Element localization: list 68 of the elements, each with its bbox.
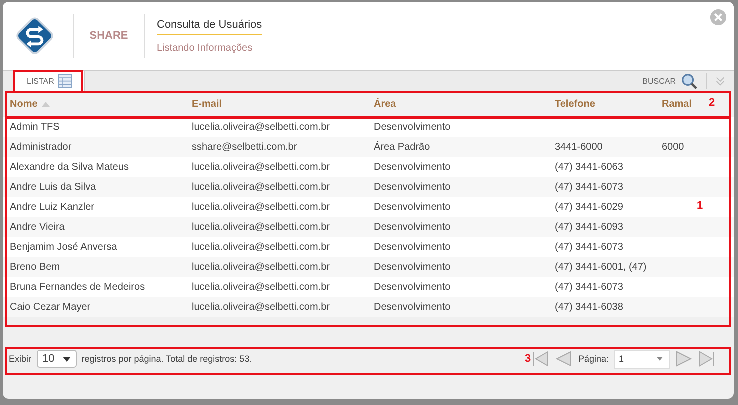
table-cell: Área Padrão	[374, 142, 430, 152]
table-cell: lucelia.oliveira@selbetti.com.br	[192, 222, 330, 232]
table-cell: Andre Luiz Kanzler	[10, 202, 94, 212]
per-page-select[interactable]: 10	[36, 350, 77, 368]
table-cell: lucelia.oliveira@selbetti.com.br	[192, 262, 330, 272]
next-page-icon[interactable]	[675, 350, 693, 368]
table-cell: lucelia.oliveira@selbetti.com.br	[192, 302, 330, 312]
table-cell: Andre Luis da Silva	[10, 182, 96, 192]
table-cell: 6000	[662, 142, 684, 152]
table-cell: Desenvolvimento	[374, 262, 451, 272]
table-cell: Desenvolvimento	[374, 182, 451, 192]
table-cell: Breno Bem	[10, 262, 60, 272]
page-label: Página:	[578, 354, 609, 364]
table-cell: lucelia.oliveira@selbetti.com.br	[192, 202, 330, 212]
table-cell: Admin TFS	[10, 122, 60, 132]
show-label: Exibir	[9, 354, 32, 364]
table-cell: lucelia.oliveira@selbetti.com.br	[192, 162, 330, 172]
table-cell: Andre Vieira	[10, 222, 65, 232]
column-header[interactable]: Nome	[10, 98, 38, 110]
caret-icon	[657, 357, 663, 361]
page-subtitle: Listando Informações	[157, 42, 254, 54]
table-cell: (47) 3441-6093	[555, 222, 624, 232]
table-cell: Desenvolvimento	[374, 122, 451, 132]
brand-name: SHARE	[88, 30, 130, 42]
column-header[interactable]: E-mail	[192, 98, 222, 110]
table-cell: lucelia.oliveira@selbetti.com.br	[192, 282, 330, 292]
table-cell: (47) 3441-6029	[555, 202, 624, 212]
page-title: Consulta de Usuários	[157, 18, 262, 34]
search-label: BUSCAR	[642, 76, 676, 86]
table-icon	[58, 74, 72, 88]
annotation-number: 3	[525, 353, 532, 365]
table-cell: Administrador	[10, 142, 72, 152]
page-select[interactable]: 1	[614, 350, 670, 368]
column-header[interactable]: Ramal	[662, 98, 692, 110]
table-cell: Desenvolvimento	[374, 202, 451, 212]
collapse-icon[interactable]	[715, 76, 726, 86]
table-cell: Alexandre da Silva Mateus	[10, 162, 129, 172]
annotation-number: 1	[697, 200, 704, 212]
table-cell: Desenvolvimento	[374, 302, 451, 312]
table-cell: (47) 3441-6038	[555, 302, 624, 312]
search-icon[interactable]	[681, 72, 698, 90]
table-cell: Bruna Fernandes de Medeiros	[10, 282, 146, 292]
table-cell: Desenvolvimento	[374, 242, 451, 252]
table-cell: Desenvolvimento	[374, 282, 451, 292]
table-cell: Caio Cezar Mayer	[10, 302, 91, 312]
table-cell: (47) 3441-6001, (47)	[555, 262, 647, 272]
column-header[interactable]: Área	[374, 98, 396, 110]
table-cell: (47) 3441-6073	[555, 242, 624, 252]
last-page-icon[interactable]	[698, 350, 716, 368]
previous-page-icon[interactable]	[555, 350, 574, 368]
table-cell: lucelia.oliveira@selbetti.com.br	[192, 122, 330, 132]
list-tab[interactable]: LISTAR	[13, 71, 86, 91]
first-page-icon[interactable]	[532, 350, 550, 368]
column-header[interactable]: Telefone	[555, 98, 596, 110]
table-cell: Desenvolvimento	[374, 222, 451, 232]
table-cell: (47) 3441-6073	[555, 182, 624, 192]
table-cell: 3441-6000	[555, 142, 603, 152]
table-cell: sshare@selbetti.com.br	[192, 142, 298, 152]
table-cell: (47) 3441-6063	[555, 162, 624, 172]
table-cell: (47) 3441-6073	[555, 282, 624, 292]
table-cell: lucelia.oliveira@selbetti.com.br	[192, 182, 330, 192]
records-summary: registros por página. Total de registros: 53.	[82, 354, 252, 364]
table-cell: Desenvolvimento	[374, 162, 451, 172]
close-icon[interactable]	[710, 9, 727, 26]
table-cell: Benjamim José Anversa	[10, 242, 118, 252]
table-cell: lucelia.oliveira@selbetti.com.br	[192, 242, 330, 252]
caret-icon	[62, 356, 71, 362]
annotation-number: 2	[709, 97, 716, 109]
